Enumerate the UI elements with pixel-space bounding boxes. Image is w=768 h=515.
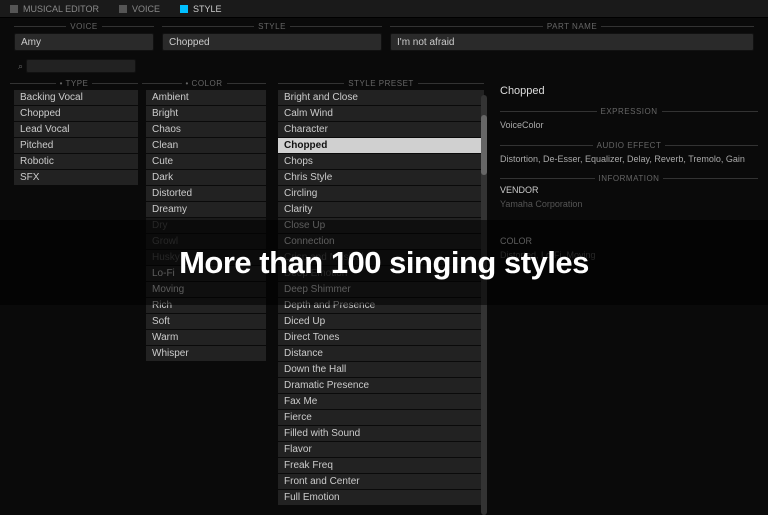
type-column-header: • TYPE [56, 79, 93, 88]
list-item[interactable]: Calm Wind [278, 106, 484, 121]
list-item[interactable]: Chaos [146, 122, 266, 137]
audio-effect-section-label: AUDIO EFFECT [593, 141, 666, 150]
list-item[interactable]: Front and Center [278, 474, 484, 489]
list-item[interactable]: Pitched [14, 138, 138, 153]
list-item[interactable]: Lead Vocal [14, 122, 138, 137]
information-section-label: INFORMATION [595, 174, 664, 183]
list-item[interactable]: Ambient [146, 90, 266, 105]
square-icon [10, 5, 18, 13]
list-item[interactable]: Close Up [278, 218, 484, 233]
list-item[interactable]: Warm [146, 330, 266, 345]
list-item[interactable]: Dark [146, 170, 266, 185]
type-list: Backing VocalChoppedLead VocalPitchedRob… [14, 90, 138, 186]
list-item[interactable]: Character [278, 122, 484, 137]
list-item[interactable]: Clarity [278, 202, 484, 217]
search-row: ⌕ [0, 57, 768, 77]
tab-voice[interactable]: VOICE [109, 0, 170, 17]
scroll-thumb[interactable] [481, 115, 487, 175]
list-item[interactable]: Direct Tones [278, 330, 484, 345]
list-item[interactable]: Bright and Close [278, 90, 484, 105]
list-item[interactable]: Distance [278, 346, 484, 361]
list-item[interactable]: Rich [146, 298, 266, 313]
list-item[interactable]: Dry [146, 218, 266, 233]
list-item[interactable]: Distorted [146, 186, 266, 201]
tab-style[interactable]: STYLE [170, 0, 232, 17]
list-item[interactable]: Whisper [146, 346, 266, 361]
list-item[interactable]: Cute [146, 154, 266, 169]
list-item[interactable]: Flavor [278, 442, 484, 457]
preset-column-header: STYLE PRESET [344, 79, 418, 88]
expression-section-label: EXPRESSION [597, 107, 662, 116]
search-input[interactable] [26, 59, 136, 73]
list-item[interactable]: Backing Vocal [14, 90, 138, 105]
list-item[interactable]: Soft [146, 314, 266, 329]
preset-scrollbar[interactable] [481, 95, 487, 515]
list-item[interactable]: Filled with Sound [278, 426, 484, 441]
list-item[interactable]: Circling [278, 186, 484, 201]
preset-list: Bright and CloseCalm WindCharacterChoppe… [278, 90, 484, 506]
top-tabs: MUSICAL EDITOR VOICE STYLE [0, 0, 768, 18]
detail-color-value: Distorted, Lo-Fi, Moving [500, 246, 758, 267]
color-column-header: • COLOR [182, 79, 227, 88]
list-item[interactable]: Deep Emotion [278, 266, 484, 281]
list-item[interactable]: Robotic [14, 154, 138, 169]
square-icon [119, 5, 127, 13]
list-item[interactable]: Full Emotion [278, 490, 484, 505]
part-name-field[interactable]: I'm not afraid [390, 33, 754, 51]
square-icon [180, 5, 188, 13]
list-item[interactable]: SFX [14, 170, 138, 185]
vendor-value: Yamaha Corporation [500, 195, 758, 216]
style-field[interactable]: Chopped [162, 33, 382, 51]
style-header-label: STYLE [254, 22, 290, 31]
list-item[interactable]: Chops [278, 154, 484, 169]
list-item[interactable]: Bright [146, 106, 266, 121]
search-icon: ⌕ [18, 61, 23, 72]
list-item[interactable]: Fax Me [278, 394, 484, 409]
list-item[interactable]: Dreamy [146, 202, 266, 217]
list-item[interactable]: Freak Freq [278, 458, 484, 473]
list-item[interactable]: Chopped [278, 138, 484, 153]
voice-field[interactable]: Amy [14, 33, 154, 51]
list-item[interactable]: Lo-Fi [146, 266, 266, 281]
list-item[interactable]: Deep Shimmer [278, 282, 484, 297]
list-item[interactable]: Chris Style [278, 170, 484, 185]
list-item[interactable]: Growl [146, 234, 266, 249]
header-row: VOICE Amy STYLE Chopped PART NAME I'm no… [0, 18, 768, 57]
detail-color-label: COLOR [500, 234, 758, 246]
list-item[interactable]: Crisp and Musical [278, 250, 484, 265]
list-item[interactable]: Dramatic Presence [278, 378, 484, 393]
list-item[interactable]: Husky [146, 250, 266, 265]
list-item[interactable]: Connection [278, 234, 484, 249]
list-item[interactable]: Moving [146, 282, 266, 297]
list-item[interactable]: Clean [146, 138, 266, 153]
list-item[interactable]: Down the Hall [278, 362, 484, 377]
color-list: AmbientBrightChaosCleanCuteDarkDistorted… [146, 90, 266, 362]
audio-effect-value: Distortion, De-Esser, Equalizer, Delay, … [500, 150, 758, 171]
list-item[interactable]: Chopped [14, 106, 138, 121]
list-item[interactable]: Depth and Presence [278, 298, 484, 313]
voice-header-label: VOICE [66, 22, 101, 31]
tab-musical-editor[interactable]: MUSICAL EDITOR [0, 0, 109, 17]
list-item[interactable]: Fierce [278, 410, 484, 425]
list-item[interactable]: Diced Up [278, 314, 484, 329]
vendor-label: VENDOR [500, 183, 758, 195]
detail-title: Chopped [500, 77, 758, 103]
part-header-label: PART NAME [543, 22, 601, 31]
expression-value: VoiceColor [500, 116, 758, 137]
